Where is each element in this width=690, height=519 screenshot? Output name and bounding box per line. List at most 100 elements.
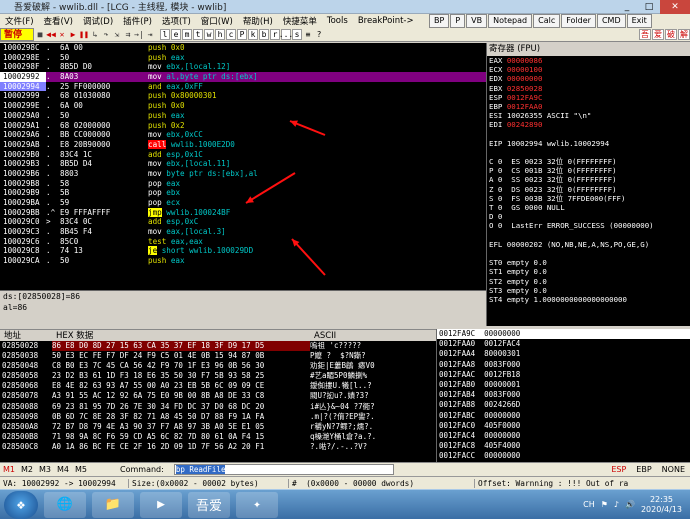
plugin-button-exit[interactable]: Exit [626, 14, 652, 28]
window-button-s[interactable]: s [292, 29, 302, 40]
restart-icon[interactable]: ◀◀ [46, 29, 56, 40]
close-process-icon[interactable]: ✕ [57, 29, 67, 40]
stack-row[interactable]: 0012FABC 00000000 [437, 411, 690, 421]
menu-item-2[interactable]: 调试(D) [78, 15, 118, 27]
dump-row[interactable]: 02850088 69 23 81 95 7D 26 7E 30 34 FD DC… [0, 402, 436, 412]
mode-m4[interactable]: M4 [54, 465, 72, 474]
register-line[interactable]: C 0 ES 0023 32位 0(FFFFFFFF) [487, 157, 690, 166]
register-line[interactable]: ESP 0012FA9C [487, 93, 690, 102]
window-button-b[interactable]: b [259, 29, 269, 40]
wuaipojie-icon[interactable]: 吾爱 [188, 491, 230, 518]
window-button-w[interactable]: w [204, 29, 214, 40]
register-line[interactable] [487, 148, 690, 157]
window-button-k[interactable]: k [248, 29, 258, 40]
menu-item-0[interactable]: 文件(F) [0, 15, 39, 27]
window-button-m[interactable]: m [182, 29, 192, 40]
clock[interactable]: 22:35 2020/4/13 [641, 495, 682, 515]
stack-pane[interactable]: 0012FA9C 00000000 0012FAA0 0012FAC4 0012FA… [436, 329, 690, 462]
brand-button[interactable]: 爱 [652, 29, 664, 40]
plugin-button-bp[interactable]: BP [429, 14, 450, 28]
window-button-t[interactable]: t [193, 29, 203, 40]
stack-row[interactable]: 0012FAC0 405F0000 [437, 421, 690, 431]
register-line[interactable]: EBX 02850028 [487, 84, 690, 93]
language-icon[interactable]: CH [583, 500, 595, 509]
register-line[interactable] [487, 130, 690, 139]
window-button-item[interactable]: ... [279, 29, 293, 40]
dump-row[interactable]: 02850048 C8 B0 E3 7C 45 CA 56 42 F9 70 1F… [0, 361, 436, 371]
media-player-icon[interactable]: ▶ [140, 491, 182, 518]
menu-item-3[interactable]: 插件(P) [118, 15, 157, 27]
plugin-button-p[interactable]: P [450, 14, 466, 28]
dump-row[interactable]: 02850028 86 E8 D0 8D 27 15 63 CA 35 37 EF… [0, 341, 436, 352]
help-icon[interactable]: ? [314, 29, 324, 40]
memory-dump-pane[interactable]: 02850028 86 E8 D0 8D 27 15 63 CA 35 37 EF… [0, 341, 436, 462]
mode-m1[interactable]: M1 [0, 465, 18, 474]
dump-row[interactable]: 02850078 A3 91 55 AC 12 92 6A 75 E0 9B 00… [0, 391, 436, 401]
cmd-mode-none[interactable]: NONE [657, 465, 690, 474]
register-line[interactable] [487, 231, 690, 240]
stack-row[interactable]: 0012FA9C 00000000 [437, 329, 690, 340]
plugin-button-folder[interactable]: Folder [561, 14, 596, 28]
brand-button[interactable]: 破 [665, 29, 677, 40]
mode-m3[interactable]: M3 [36, 465, 54, 474]
window-button-c[interactable]: c [226, 29, 236, 40]
sound-icon[interactable]: ♪ [614, 500, 619, 509]
cmd-mode-esp[interactable]: ESP [606, 465, 631, 474]
register-line[interactable]: ST2 empty 0.0 [487, 277, 690, 286]
register-line[interactable]: EIP 10002994 wwlib.10002994 [487, 139, 690, 148]
register-line[interactable]: EAX 00000086 [487, 56, 690, 65]
register-line[interactable]: EFL 00000202 (NO,NB,NE,A,NS,PO,GE,G) [487, 240, 690, 249]
ie-icon[interactable]: 🌐 [44, 491, 86, 518]
trace-over-icon[interactable]: ⇉ [123, 29, 133, 40]
plugin-button-calc[interactable]: Calc [533, 14, 561, 28]
execute-till-return-icon[interactable]: →| [134, 29, 144, 40]
menu-item-5[interactable]: 窗口(W) [196, 15, 238, 27]
menu-item-4[interactable]: 选项(T) [157, 15, 196, 27]
run-icon[interactable]: ▶ [68, 29, 78, 40]
brand-button[interactable]: 吾 [639, 29, 651, 40]
plugin-button-cmd[interactable]: CMD [596, 14, 626, 28]
stack-row[interactable]: 0012FAB4 0083F000 [437, 390, 690, 400]
dump-row[interactable]: 02850038 50 E3 EC FE F7 DF 24 F9 C5 01 4E… [0, 351, 436, 361]
open-icon[interactable]: ■ [35, 29, 45, 40]
dump-row[interactable]: 02850098 0B 6D 7C 8E 28 3F 82 71 A8 45 50… [0, 412, 436, 422]
window-button-h[interactable]: h [215, 29, 225, 40]
register-line[interactable]: ST1 empty 0.0 [487, 267, 690, 276]
stack-row[interactable]: 0012FAB8 0024266D [437, 400, 690, 410]
registers-pane[interactable]: EAX 00000086 ECX 00000100 EDX 00000000 EBX … [486, 56, 690, 326]
register-line[interactable]: ST4 empty 1.0000000000000000000 [487, 295, 690, 304]
window-button-p[interactable]: P [237, 29, 247, 40]
register-line[interactable]: ESI 10026355 ASCII "\n" [487, 111, 690, 120]
explorer-icon[interactable]: 📁 [92, 491, 134, 518]
register-line[interactable]: P 0 CS 001B 32位 0(FFFFFFFF) [487, 166, 690, 175]
register-line[interactable]: ST3 empty 0.0 [487, 286, 690, 295]
dump-row[interactable]: 028500B8 71 98 9A 8C F6 59 CD A5 6C 82 7D… [0, 432, 436, 442]
register-line[interactable]: O 0 LastErr ERROR_SUCCESS (00000000) [487, 221, 690, 230]
register-line[interactable]: ECX 00000100 [487, 65, 690, 74]
app-icon[interactable]: ✦ [236, 491, 278, 518]
stack-row[interactable]: 0012FAAC 0012FB18 [437, 370, 690, 380]
window-button-l[interactable]: l [160, 29, 170, 40]
cmd-mode-ebp[interactable]: EBP [631, 465, 656, 474]
stack-row[interactable]: 0012FAA8 0083F000 [437, 360, 690, 370]
register-line[interactable] [487, 249, 690, 258]
menu-item-9[interactable]: BreakPoint-> [353, 16, 419, 26]
menu-item-6[interactable]: 帮助(H) [238, 15, 278, 27]
brand-button[interactable]: 解 [678, 29, 690, 40]
options-icon[interactable]: ≡ [303, 29, 313, 40]
menu-item-1[interactable]: 查看(V) [39, 15, 78, 27]
menu-item-8[interactable]: Tools [322, 16, 353, 26]
dump-row[interactable]: 028500C8 A0 1A 86 BC FE CE 2F 16 2D 09 1D… [0, 442, 436, 452]
register-line[interactable]: A 0 SS 0023 32位 0(FFFFFFFF) [487, 175, 690, 184]
minimize-button[interactable]: _ [616, 0, 638, 14]
dump-row[interactable]: 02850068 E8 4E 82 63 93 A7 55 00 A0 23 EB… [0, 381, 436, 391]
register-line[interactable]: S 0 FS 003B 32位 7FFDE000(FFF) [487, 194, 690, 203]
close-button[interactable]: ✕ [660, 0, 690, 14]
menu-item-7[interactable]: 快捷菜单 [278, 15, 322, 27]
mode-m5[interactable]: M5 [72, 465, 90, 474]
stack-row[interactable]: 0012FAA0 0012FAC4 [437, 339, 690, 349]
step-over-icon[interactable]: ↷ [101, 29, 111, 40]
plugin-button-notepad[interactable]: Notepad [488, 14, 533, 28]
command-input[interactable]: bp ReadFile [173, 464, 394, 475]
window-button-e[interactable]: e [171, 29, 181, 40]
